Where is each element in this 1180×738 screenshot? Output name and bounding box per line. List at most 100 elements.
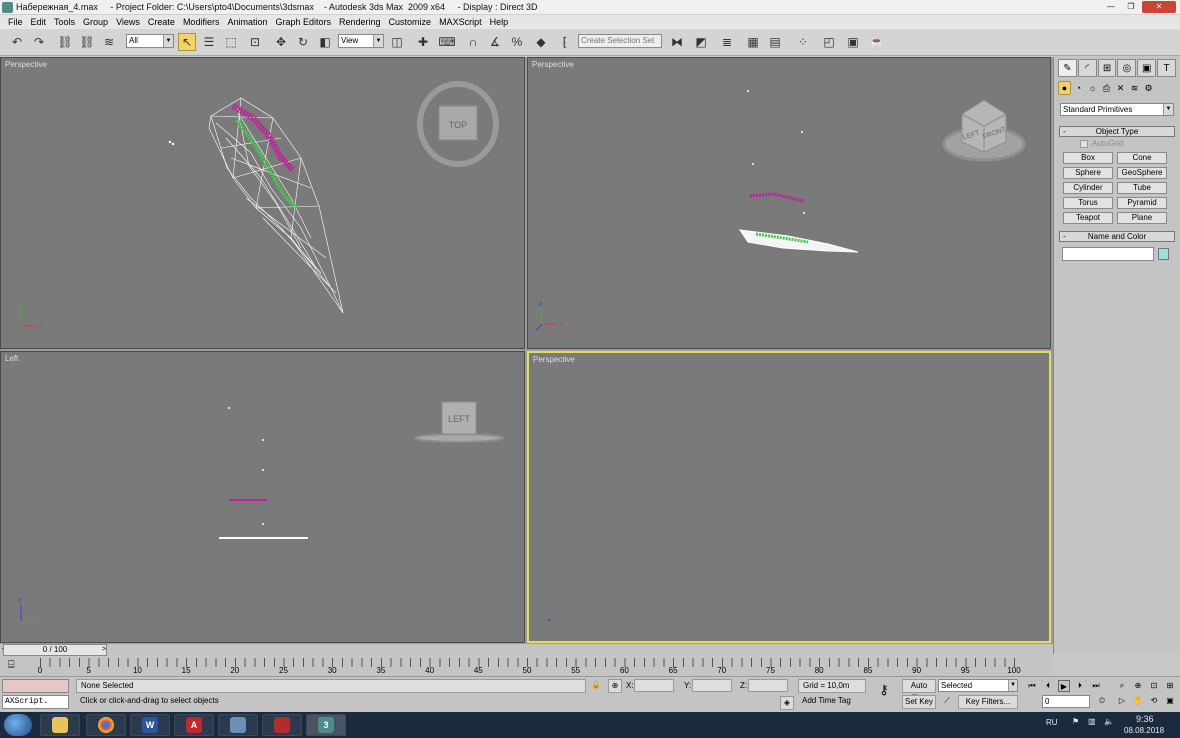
geosphere-button[interactable]: GeoSphere: [1117, 167, 1167, 179]
move-icon[interactable]: ✥: [272, 33, 290, 51]
menu-modifiers[interactable]: Modifiers: [179, 17, 224, 27]
menu-help[interactable]: Help: [486, 17, 513, 27]
select-object-icon[interactable]: ↖: [178, 33, 196, 51]
geometry-icon[interactable]: ●: [1058, 81, 1071, 95]
layer-manager-icon[interactable]: ≣: [718, 33, 736, 51]
maximize-viewport-icon[interactable]: ▣: [1164, 695, 1176, 707]
helpers-icon[interactable]: ✕: [1114, 81, 1127, 95]
cameras-icon[interactable]: ⎙: [1100, 81, 1113, 95]
time-slider-next[interactable]: >: [100, 644, 108, 656]
hierarchy-tab-icon[interactable]: ⊞: [1097, 59, 1117, 77]
reference-coord-dropdown[interactable]: View ▼: [338, 34, 384, 48]
auto-key-button[interactable]: Auto Key: [902, 679, 936, 702]
z-coord-input[interactable]: [748, 679, 788, 692]
menu-maxscript[interactable]: MAXScript: [435, 17, 486, 27]
undo-icon[interactable]: ↶: [8, 33, 26, 51]
scale-icon[interactable]: ◧: [316, 33, 334, 51]
time-slider-thumb[interactable]: 0 / 100: [3, 644, 107, 656]
named-selection-input[interactable]: Create Selection Set: [578, 34, 662, 48]
field-of-view-icon[interactable]: ▷: [1116, 695, 1128, 707]
taskbar-explorer[interactable]: [40, 714, 80, 736]
box-button[interactable]: Box: [1063, 152, 1113, 164]
pivot-center-icon[interactable]: ◫: [388, 33, 406, 51]
orbit-icon[interactable]: ⟲: [1148, 695, 1160, 707]
set-key-button[interactable]: Set Key: [902, 695, 936, 709]
start-button-icon[interactable]: [4, 714, 32, 736]
menu-views[interactable]: Views: [112, 17, 144, 27]
angle-snap-icon[interactable]: ∡: [486, 33, 504, 51]
menu-group[interactable]: Group: [79, 17, 112, 27]
rendered-frame-window-icon[interactable]: ▣: [844, 33, 862, 51]
key-tangent-icon[interactable]: ⟋: [940, 695, 954, 709]
viewport-perspective-bottom-right[interactable]: Perspective: [527, 351, 1051, 643]
motion-tab-icon[interactable]: ◎: [1117, 59, 1137, 77]
selection-filter-dropdown[interactable]: All ▼: [126, 34, 174, 48]
minimize-button[interactable]: —: [1102, 1, 1120, 13]
shapes-icon[interactable]: ◔: [1072, 81, 1085, 95]
curve-editor-icon[interactable]: ▦: [744, 33, 762, 51]
schematic-view-icon[interactable]: ▤: [766, 33, 784, 51]
bind-space-warp-icon[interactable]: ≋: [100, 33, 118, 51]
percent-snap-icon[interactable]: %: [508, 33, 526, 51]
render-teapot-icon[interactable]: ☕: [868, 33, 886, 51]
next-frame-icon[interactable]: ⏵: [1074, 680, 1086, 692]
mirror-icon[interactable]: ⧓: [668, 33, 686, 51]
zoom-icon[interactable]: ⌕: [1116, 680, 1128, 692]
cylinder-button[interactable]: Cylinder: [1063, 182, 1113, 194]
display-tab-icon[interactable]: ▣: [1137, 59, 1157, 77]
zoom-extents-all-icon[interactable]: ⊞: [1164, 680, 1176, 692]
viewport-perspective-top-right[interactable]: Perspective LEFT FRONT x z: [527, 57, 1051, 349]
taskbar-chrome[interactable]: [86, 714, 126, 736]
menu-customize[interactable]: Customize: [385, 17, 436, 27]
primitive-category-dropdown[interactable]: Standard Primitives ▼: [1060, 103, 1174, 116]
restore-button[interactable]: ❐: [1122, 1, 1140, 13]
go-to-end-icon[interactable]: ⏭: [1090, 680, 1102, 692]
zoom-all-icon[interactable]: ⊕: [1132, 680, 1144, 692]
viewport-left[interactable]: Left LEFT z y: [0, 351, 525, 643]
sphere-button[interactable]: Sphere: [1063, 167, 1113, 179]
viewcube-perspective[interactable]: LEFT FRONT: [942, 99, 1026, 162]
absolute-mode-icon[interactable]: ⊕: [608, 679, 622, 693]
taskbar-autocad[interactable]: A: [174, 714, 214, 736]
taskbar-calculator[interactable]: [218, 714, 258, 736]
object-name-input[interactable]: [1062, 247, 1154, 261]
lock-selection-icon[interactable]: 🔒: [590, 679, 602, 693]
taskbar-3dsmax[interactable]: 3: [306, 714, 346, 736]
key-filters-button[interactable]: Key Filters...: [958, 695, 1018, 709]
flag-icon[interactable]: ⚑: [1072, 717, 1079, 726]
name-and-color-rollout[interactable]: - Name and Color: [1059, 231, 1175, 242]
select-by-name-icon[interactable]: ☰: [200, 33, 218, 51]
space-warps-icon[interactable]: ≋: [1128, 81, 1141, 95]
close-button[interactable]: ✕: [1142, 1, 1176, 13]
tube-button[interactable]: Tube: [1117, 182, 1167, 194]
object-type-rollout[interactable]: - Object Type: [1059, 126, 1175, 137]
modify-tab-icon[interactable]: ◜: [1077, 59, 1097, 77]
x-coord-input[interactable]: [634, 679, 674, 692]
viewcube-top[interactable]: TOP: [417, 81, 499, 167]
time-tag-icon[interactable]: ◈: [780, 696, 794, 710]
create-tab-icon[interactable]: ✎: [1058, 59, 1077, 77]
pan-view-icon[interactable]: ✋: [1132, 695, 1144, 707]
cone-button[interactable]: Cone: [1117, 152, 1167, 164]
curve-editor-mini-icon[interactable]: ⌸: [8, 659, 15, 672]
menu-rendering[interactable]: Rendering: [335, 17, 385, 27]
rectangular-selection-icon[interactable]: ⬚: [222, 33, 240, 51]
maxscript-listener-macro[interactable]: [2, 679, 69, 693]
plane-button[interactable]: Plane: [1117, 212, 1167, 224]
volume-icon[interactable]: 🔈: [1104, 717, 1114, 726]
menu-graph-editors[interactable]: Graph Editors: [271, 17, 335, 27]
taskbar-word[interactable]: W: [130, 714, 170, 736]
key-icon[interactable]: ⚷: [872, 683, 896, 698]
menu-animation[interactable]: Animation: [223, 17, 271, 27]
spinner-snap-icon[interactable]: ◆: [532, 33, 550, 51]
redo-icon[interactable]: ↷: [30, 33, 48, 51]
go-to-start-icon[interactable]: ⏮: [1026, 680, 1038, 692]
add-time-tag[interactable]: Add Time Tag: [798, 695, 866, 709]
pyramid-button[interactable]: Pyramid: [1117, 197, 1167, 209]
viewcube-left[interactable]: LEFT: [414, 401, 504, 443]
clock-time[interactable]: 9:36: [1136, 714, 1154, 724]
material-editor-icon[interactable]: ⁘: [794, 33, 812, 51]
torus-button[interactable]: Torus: [1063, 197, 1113, 209]
taskbar-pdf[interactable]: [262, 714, 302, 736]
unlink-icon[interactable]: ⛓: [78, 33, 96, 51]
